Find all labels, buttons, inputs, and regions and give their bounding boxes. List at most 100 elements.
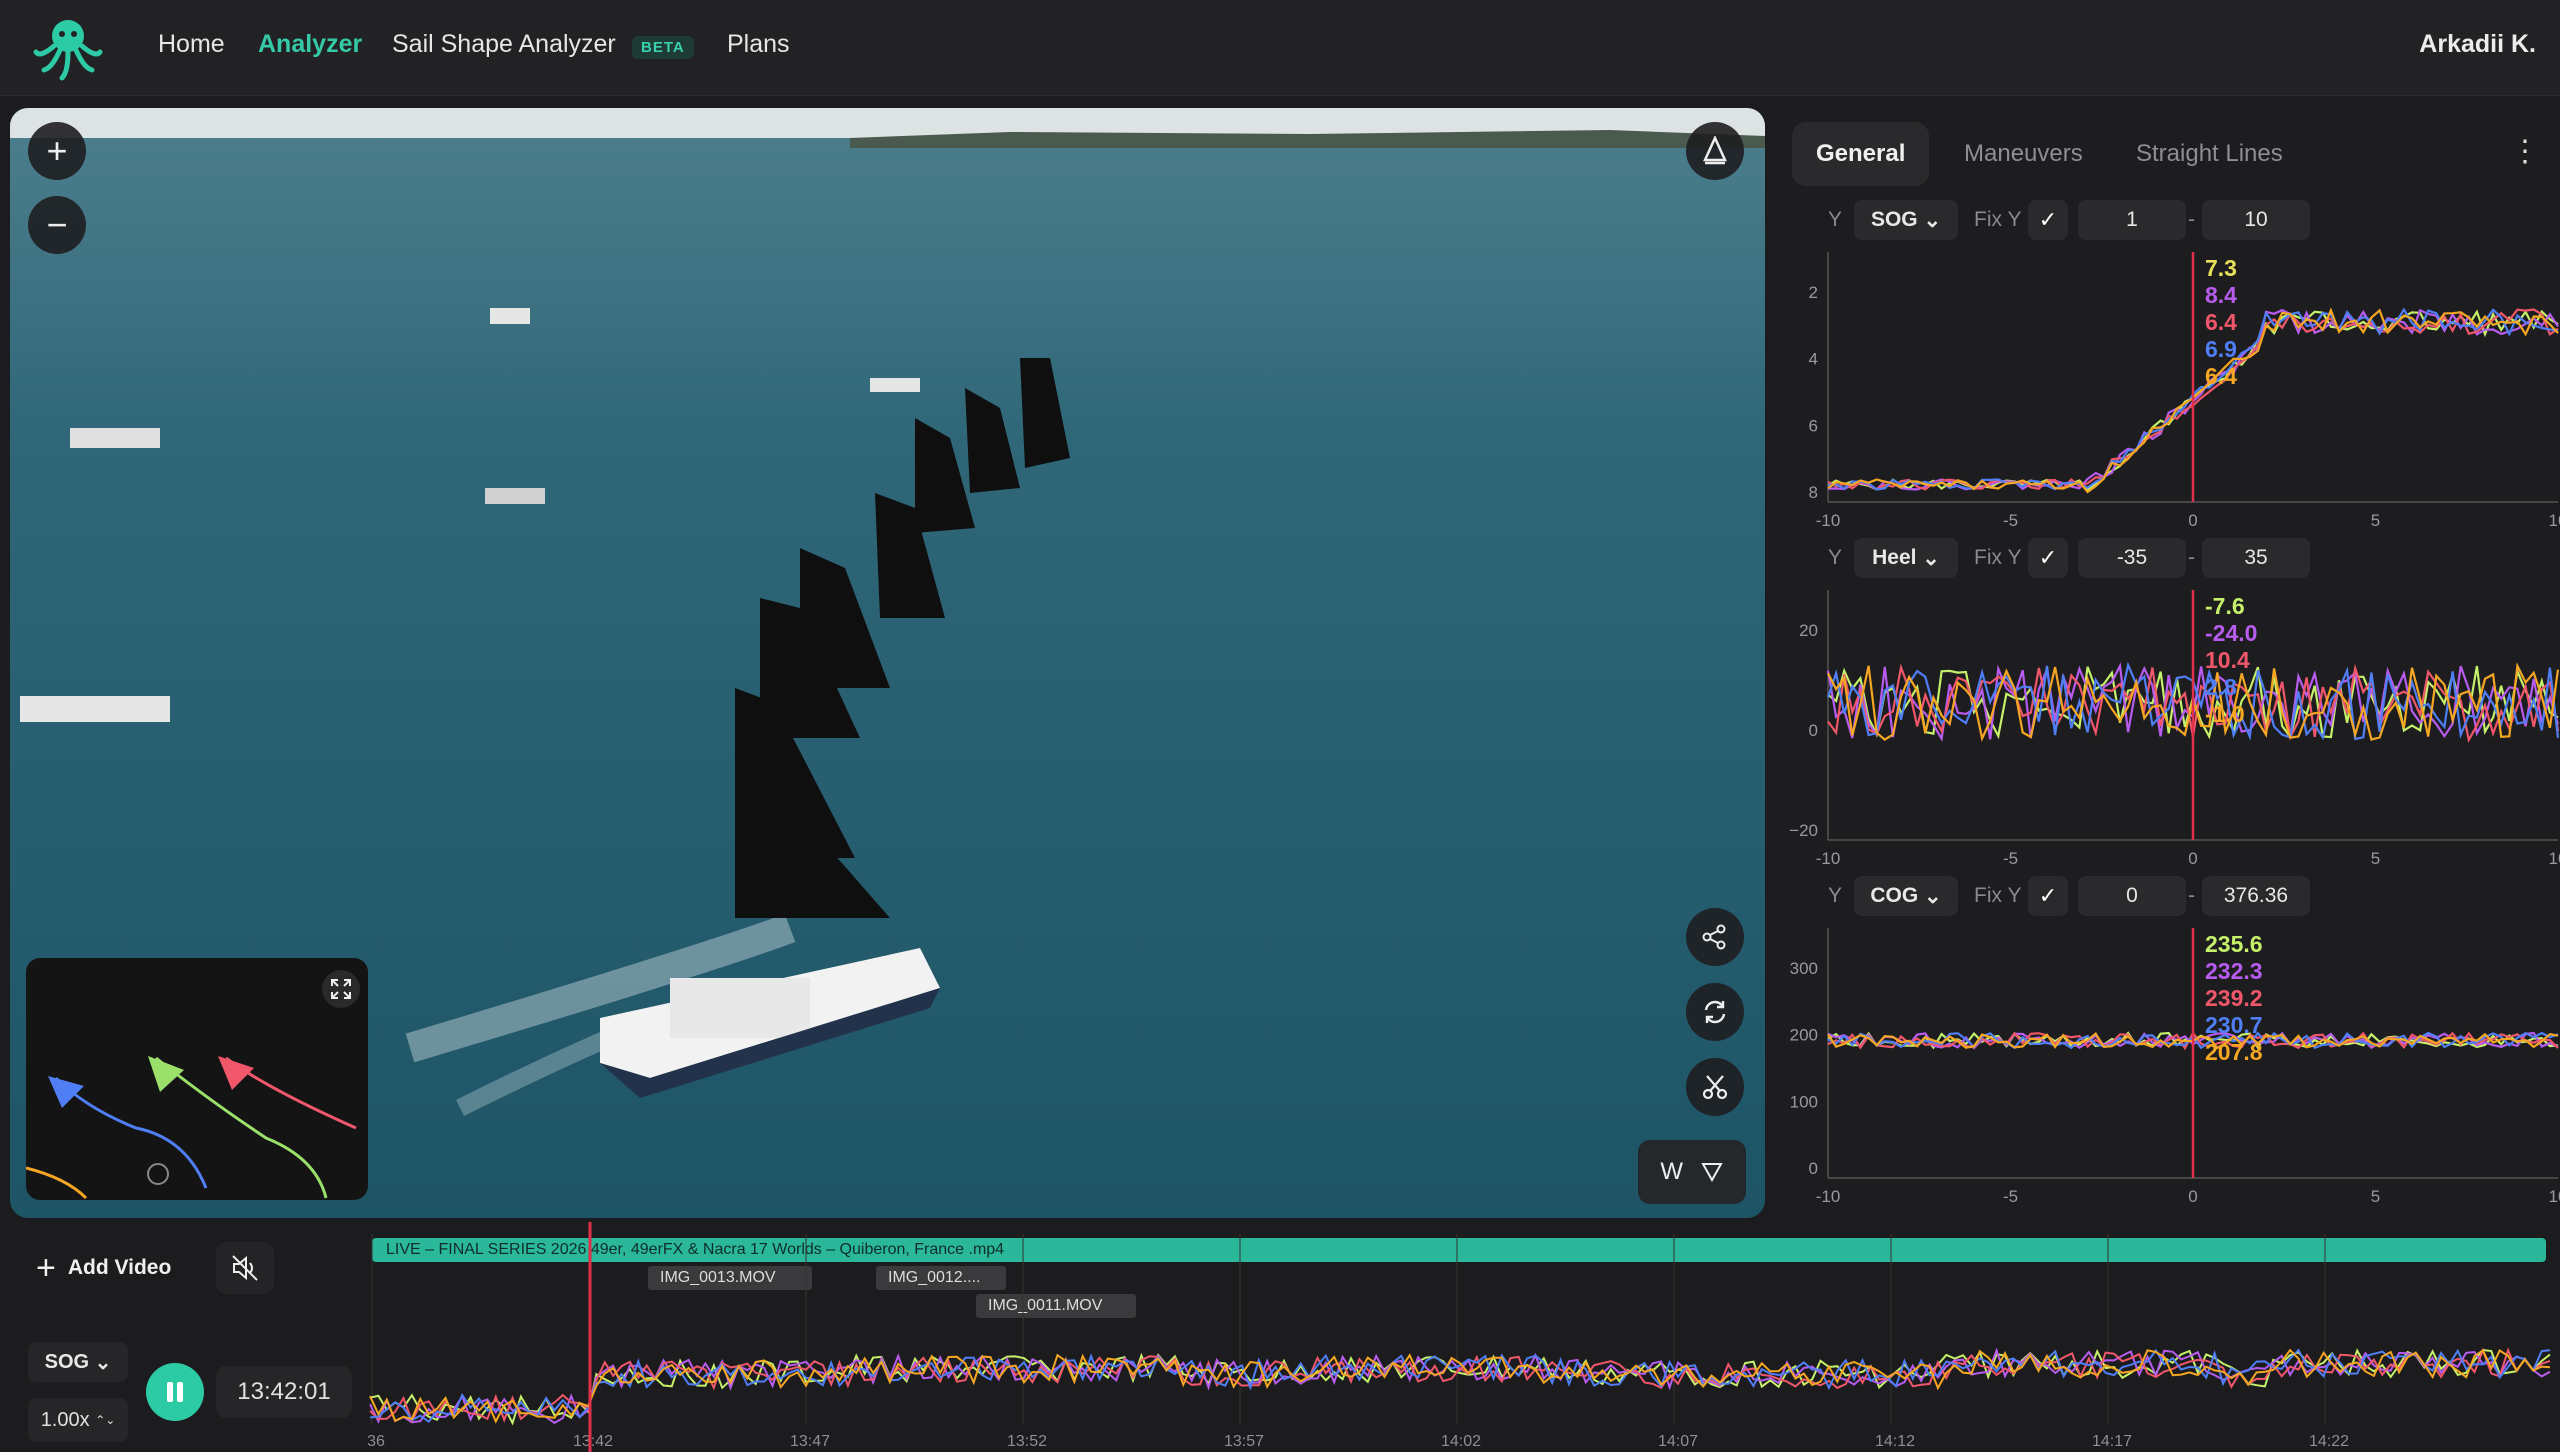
series-readout: 7.3: [2205, 255, 2237, 281]
timeline-metric-select[interactable]: SOG ⌄: [28, 1342, 128, 1382]
y-tick-label: 0: [1809, 721, 1818, 740]
octopus-logo-icon[interactable]: [30, 12, 106, 82]
metric-select-cog[interactable]: COG ⌄: [1854, 876, 1958, 916]
tab-maneuvers[interactable]: Maneuvers: [1940, 122, 2107, 186]
wind-arrow-icon: [1700, 1163, 1723, 1183]
timeline-series-line: [369, 1347, 2551, 1425]
series-readout: 10.4: [2205, 647, 2250, 673]
y-max-input[interactable]: 376.36: [2202, 876, 2310, 916]
x-tick-label: 10: [2549, 511, 2560, 530]
x-tick-label: -10: [1816, 849, 1841, 868]
chart-controls-sog: Y SOG ⌄ Fix Y ✓ 1 - 10: [1782, 198, 2560, 242]
tab-general[interactable]: General: [1792, 122, 1930, 186]
x-tick-label: 0: [2188, 1187, 2197, 1206]
zoom-in-button[interactable]: +: [28, 122, 86, 180]
y-min-input[interactable]: 0: [2078, 876, 2186, 916]
sync-icon: [1704, 1000, 1726, 1024]
clip-img-0012[interactable]: IMG_0012....: [876, 1266, 1006, 1290]
sail-icon: [1703, 136, 1727, 165]
timeline-sog-chart[interactable]: 36 13:42 13:47 13:52 13:57 14:02 14:07 14:12 14:…: [360, 1222, 2560, 1452]
cog-chart[interactable]: 300 200 100 0 -10 -5 0 5 10 235.6232.3239.2230.72…: [1782, 922, 2560, 1222]
pause-button[interactable]: [146, 1363, 204, 1421]
user-name[interactable]: Arkadii K.: [2419, 30, 2536, 59]
pause-icon: [167, 1382, 183, 1402]
wind-indicator[interactable]: W: [1638, 1140, 1746, 1204]
tab-straight-lines[interactable]: Straight Lines: [2112, 122, 2307, 186]
fix-y-checkbox[interactable]: ✓: [2028, 876, 2068, 916]
metric-select-sog[interactable]: SOG ⌄: [1854, 200, 1958, 240]
zoom-out-button[interactable]: −: [28, 196, 86, 254]
y-tick-label: 20: [1799, 621, 1818, 640]
y-axis-label: Y: [1828, 546, 1843, 569]
y-min-input[interactable]: 1: [2078, 200, 2186, 240]
series-readout: -7.6: [2205, 593, 2245, 619]
series-readout: 2.8: [2205, 674, 2237, 700]
y-axis-label: Y: [1828, 208, 1843, 231]
y-max-input[interactable]: 10: [2202, 200, 2310, 240]
metric-value: Heel: [1872, 546, 1917, 569]
video-track[interactable]: LIVE – FINAL SERIES 2026 49er, 49erFX & …: [372, 1238, 2546, 1262]
timeline: + Add Video LIVE – FINAL SERIES 2026 49e…: [0, 1222, 2560, 1452]
chart-controls-cog: Y COG ⌄ Fix Y ✓ 0 - 376.36: [1782, 874, 2560, 918]
x-tick-label: 0: [2188, 849, 2197, 868]
expand-minimap-button[interactable]: [322, 970, 360, 1008]
y-tick-label: 8: [1809, 483, 1818, 502]
fix-y-label: Fix Y: [1974, 884, 2022, 907]
analysis-panel: General Maneuvers Straight Lines ⋮ Y SOG…: [1782, 108, 2560, 1218]
series-readout: 232.3: [2205, 958, 2263, 984]
top-navigation: Home Analyzer Sail Shape Analyzer BETA P…: [0, 0, 2560, 96]
minimap-tracks: [26, 1056, 357, 1200]
timeline-series-line: [369, 1348, 2551, 1426]
y-tick-label: 6: [1809, 416, 1818, 435]
scissors-icon: [1702, 1075, 1728, 1100]
metric-value: SOG: [1870, 208, 1918, 231]
x-tick-label: -5: [2003, 849, 2018, 868]
timeline-tick-label: 14:07: [1658, 1433, 1698, 1450]
more-options-icon[interactable]: ⋮: [2510, 134, 2540, 169]
sail-mode-button[interactable]: [1686, 122, 1744, 180]
y-min-input[interactable]: -35: [2078, 538, 2186, 578]
y-axis-label: Y: [1828, 884, 1843, 907]
y-max-input[interactable]: 35: [2202, 538, 2310, 578]
x-tick-label: 5: [2371, 1187, 2380, 1206]
track-minimap[interactable]: [26, 958, 368, 1200]
share-button[interactable]: [1686, 908, 1744, 966]
video-player[interactable]: + − W: [10, 108, 1765, 1218]
stepper-icon: ⌃⌄: [95, 1413, 116, 1427]
nav-plans[interactable]: Plans: [727, 30, 790, 59]
series-readout: 230.7: [2205, 1012, 2263, 1038]
y-tick-label: −20: [1789, 821, 1818, 840]
cut-button[interactable]: [1686, 1058, 1744, 1116]
y-tick-label: 300: [1790, 959, 1818, 978]
y-tick-label: 2: [1809, 283, 1818, 302]
nav-sail-shape-analyzer[interactable]: Sail Shape Analyzer: [392, 30, 616, 59]
clip-img-0013[interactable]: IMG_0013.MOV: [648, 1266, 812, 1290]
metric-select-heel[interactable]: Heel ⌄: [1854, 538, 1958, 578]
sync-button[interactable]: [1686, 983, 1744, 1041]
plus-icon: +: [36, 1248, 56, 1287]
timeline-tick-label: 13:47: [790, 1433, 830, 1450]
sog-chart[interactable]: 2468-10-505107.38.46.46.96.4: [1782, 246, 2560, 546]
current-time: 13:42:01: [216, 1366, 352, 1418]
nav-home[interactable]: Home: [158, 30, 225, 59]
timeline-tick-label: 13:42: [573, 1433, 613, 1450]
series-readout: 6.9: [2205, 336, 2237, 362]
speed-value: 1.00x: [40, 1408, 90, 1431]
x-tick-label: 5: [2371, 511, 2380, 530]
add-video-button[interactable]: + Add Video: [24, 1242, 183, 1294]
timeline-tick-label: 36: [367, 1433, 385, 1450]
mute-button[interactable]: [216, 1242, 274, 1294]
wind-label: W: [1660, 1158, 1683, 1185]
playback-speed[interactable]: 1.00x ⌃⌄: [28, 1398, 128, 1442]
timeline-tick-label: 14:02: [1441, 1433, 1481, 1450]
fix-y-checkbox[interactable]: ✓: [2028, 538, 2068, 578]
fix-y-label: Fix Y: [1974, 208, 2022, 231]
series-readout: 239.2: [2205, 985, 2263, 1011]
heel-chart[interactable]: 20 0 −20 -10 -5 0 5 10 -7.6-24.010.42.8-1.0: [1782, 584, 2560, 884]
y-tick-label: 100: [1790, 1092, 1818, 1111]
fix-y-checkbox[interactable]: ✓: [2028, 200, 2068, 240]
series-readout: -24.0: [2205, 620, 2257, 646]
x-tick-label: 10: [2549, 849, 2560, 868]
nav-analyzer[interactable]: Analyzer: [258, 30, 362, 59]
add-video-label: Add Video: [67, 1256, 172, 1279]
